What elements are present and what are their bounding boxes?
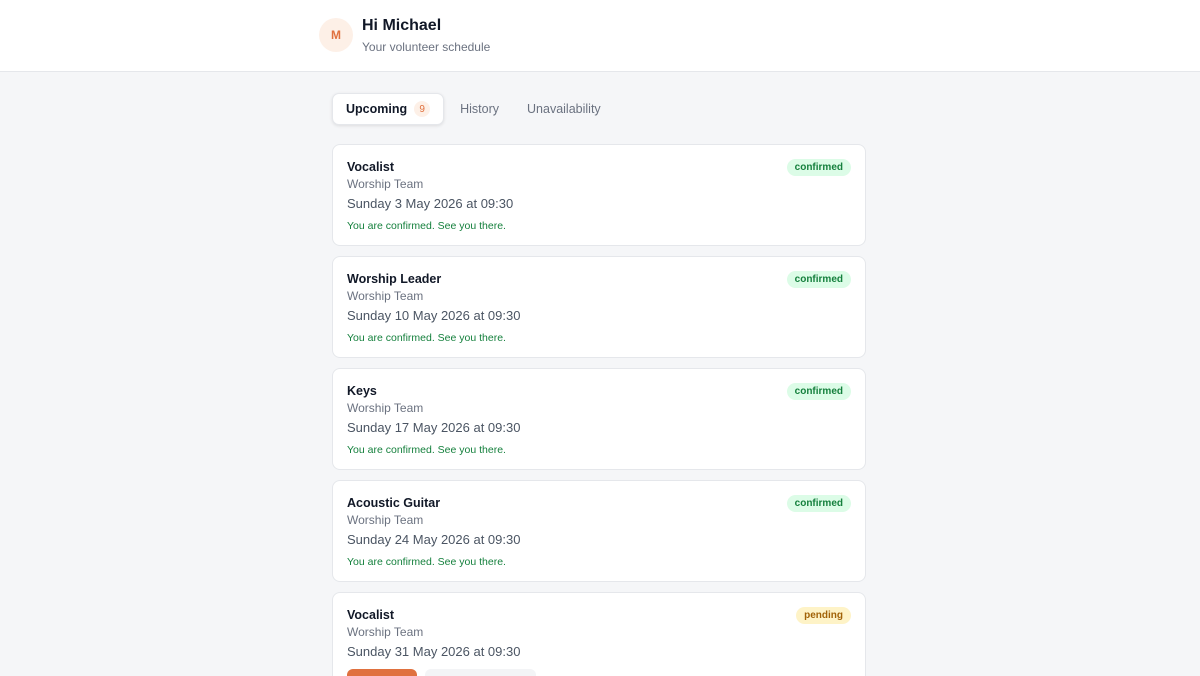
assignment-note: You are confirmed. See you there. [347,444,506,456]
assignment-note: You are confirmed. See you there. [347,332,506,344]
page-header: M Hi Michael Your volunteer schedule [0,0,1200,72]
assignment-card[interactable]: Worship Leader Worship Team Sunday 10 Ma… [332,256,866,358]
greeting-subtitle: Your volunteer schedule [362,40,491,54]
assignment-team: Worship Team [347,289,424,303]
tab-unavailability-label: Unavailability [527,102,601,116]
tab-unavailability[interactable]: Unavailability [513,93,615,125]
avatar: M [319,18,353,52]
accept-button[interactable] [347,669,417,676]
tab-bar: Upcoming 9 History Unavailability [332,93,615,125]
assignment-role: Keys [347,384,377,398]
assignment-card[interactable]: Vocalist Worship Team Sunday 3 May 2026 … [332,144,866,246]
assignment-date: Sunday 17 May 2026 at 09:30 [347,420,521,435]
decline-button[interactable] [425,669,536,676]
assignment-card[interactable]: Vocalist Worship Team Sunday 31 May 2026… [332,592,866,676]
assignment-date: Sunday 10 May 2026 at 09:30 [347,308,521,323]
assignment-date: Sunday 24 May 2026 at 09:30 [347,532,521,547]
assignment-list: Vocalist Worship Team Sunday 3 May 2026 … [332,144,866,676]
upcoming-count-badge: 9 [414,101,431,117]
assignment-team: Worship Team [347,401,424,415]
assignment-card[interactable]: Acoustic Guitar Worship Team Sunday 24 M… [332,480,866,582]
assignment-note: You are confirmed. See you there. [347,220,506,232]
assignment-card[interactable]: Keys Worship Team Sunday 17 May 2026 at … [332,368,866,470]
status-badge: confirmed [786,159,851,176]
tab-upcoming[interactable]: Upcoming 9 [332,93,445,125]
assignment-date: Sunday 31 May 2026 at 09:30 [347,644,521,659]
status-badge: pending [796,607,851,624]
status-badge: confirmed [786,383,851,400]
assignment-team: Worship Team [347,513,424,527]
tab-history[interactable]: History [446,93,513,125]
assignment-role: Worship Leader [347,272,442,286]
tab-history-label: History [460,102,500,116]
status-badge: confirmed [786,271,851,288]
assignment-team: Worship Team [347,177,424,191]
assignment-team: Worship Team [347,625,424,639]
assignment-role: Acoustic Guitar [347,496,441,510]
tab-upcoming-label: Upcoming [346,102,408,116]
assignment-note: You are confirmed. See you there. [347,556,506,568]
assignment-role: Vocalist [347,160,395,174]
assignment-date: Sunday 3 May 2026 at 09:30 [347,196,514,211]
greeting-title: Hi Michael [362,17,442,34]
assignment-role: Vocalist [347,608,395,622]
status-badge: confirmed [786,495,851,512]
